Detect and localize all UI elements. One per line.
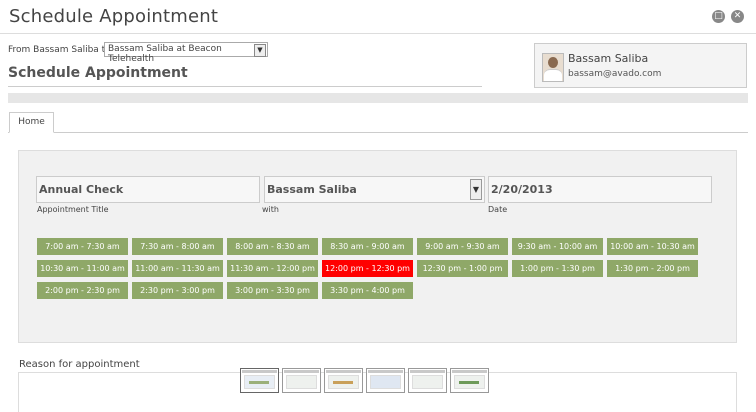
profile-name: Bassam Saliba: [568, 52, 649, 65]
thumbnail-strip: [240, 368, 489, 393]
restore-icon[interactable]: □: [712, 10, 725, 23]
time-slot-button[interactable]: 3:30 pm - 4:00 pm: [322, 282, 413, 299]
profile-card: Bassam Saliba bassam@avado.com: [534, 43, 747, 88]
thumbnail[interactable]: [366, 368, 405, 393]
avatar-body: [544, 69, 562, 81]
time-slot-button[interactable]: 11:30 am - 12:00 pm: [227, 260, 318, 277]
window-title: Schedule Appointment: [9, 6, 219, 27]
thumbnail[interactable]: [450, 368, 489, 393]
time-slot-button[interactable]: 9:30 am - 10:00 am: [512, 238, 603, 255]
time-slot-button[interactable]: 10:30 am - 11:00 am: [37, 260, 128, 277]
time-slot-button[interactable]: 7:30 am - 8:00 am: [132, 238, 223, 255]
time-slot-button[interactable]: 7:00 am - 7:30 am: [37, 238, 128, 255]
recipient-select[interactable]: Bassam Saliba at Beacon Telehealth ▼: [104, 42, 268, 64]
thumbnail[interactable]: [324, 368, 363, 393]
close-icon[interactable]: ✕: [731, 10, 744, 23]
thumbnail[interactable]: [282, 368, 321, 393]
thumbnail[interactable]: [408, 368, 447, 393]
avatar-head: [548, 57, 558, 68]
tab-home[interactable]: Home: [9, 112, 54, 133]
profile-email: bassam@avado.com: [568, 69, 662, 79]
time-slot-button[interactable]: 10:00 am - 10:30 am: [607, 238, 698, 255]
time-slot-button[interactable]: 12:30 pm - 1:00 pm: [417, 260, 508, 277]
time-slot-button[interactable]: 2:30 pm - 3:00 pm: [132, 282, 223, 299]
time-slot-button[interactable]: 1:00 pm - 1:30 pm: [512, 260, 603, 277]
avatar: [542, 53, 564, 82]
time-slot-button[interactable]: 8:00 am - 8:30 am: [227, 238, 318, 255]
appointment-title-label: Appointment Title: [37, 205, 109, 214]
reason-label: Reason for appointment: [19, 359, 140, 370]
progress-strip: [8, 93, 748, 103]
time-slot-button[interactable]: 2:00 pm - 2:30 pm: [37, 282, 128, 299]
page-title: Schedule Appointment: [8, 65, 188, 81]
chevron-down-icon[interactable]: ▼: [254, 44, 266, 57]
with-select[interactable]: Bassam Saliba ▼: [264, 176, 485, 203]
time-slot-button[interactable]: 11:00 am - 11:30 am: [132, 260, 223, 277]
time-slot-button[interactable]: 9:00 am - 9:30 am: [417, 238, 508, 255]
appointment-title-input[interactable]: Annual Check: [36, 176, 260, 203]
title-underline: [8, 86, 482, 87]
date-input[interactable]: 2/20/2013: [488, 176, 712, 203]
title-divider: [0, 33, 756, 34]
with-select-value: Bassam Saliba: [267, 183, 357, 196]
thumbnail[interactable]: [240, 368, 279, 393]
from-label: From Bassam Saliba to: [8, 45, 111, 55]
time-slot-button[interactable]: 8:30 am - 9:00 am: [322, 238, 413, 255]
time-slot-button[interactable]: 1:30 pm - 2:00 pm: [607, 260, 698, 277]
date-label: Date: [488, 205, 508, 214]
time-slot-button-selected[interactable]: 12:00 pm - 12:30 pm: [322, 260, 413, 277]
chevron-down-icon[interactable]: ▼: [470, 179, 482, 200]
recipient-select-value: Bassam Saliba at Beacon Telehealth: [108, 44, 222, 64]
tab-baseline: [8, 132, 748, 133]
with-label: with: [262, 205, 279, 214]
time-slot-button[interactable]: 3:00 pm - 3:30 pm: [227, 282, 318, 299]
